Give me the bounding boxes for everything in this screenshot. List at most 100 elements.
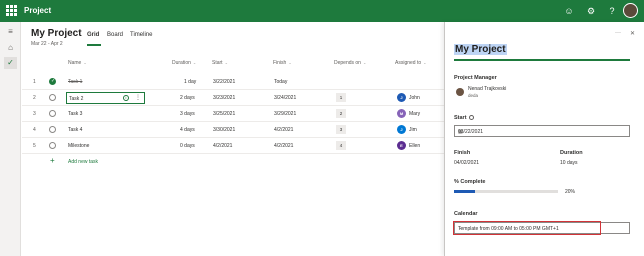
- assignee-name[interactable]: Jim: [409, 127, 417, 133]
- finish-value: 04/02/2021: [454, 160, 480, 166]
- left-rail: ≡ ⌂ ✓: [0, 22, 21, 256]
- column-header-assigned-to[interactable]: Assigned to ⌄: [395, 60, 427, 66]
- tab-timeline[interactable]: Timeline: [130, 32, 152, 38]
- project-details-panel: ··· ✕ My Project Project Manager Nenad T…: [444, 22, 644, 256]
- assignee-name[interactable]: Mary: [409, 111, 420, 117]
- task-complete-checkbox[interactable]: [49, 142, 56, 149]
- row-number: 1: [33, 79, 36, 85]
- assignee-avatar: J: [397, 125, 406, 134]
- panel-project-title[interactable]: My Project: [454, 44, 507, 55]
- user-avatar[interactable]: [623, 3, 638, 18]
- table-row[interactable]: 3 Task 3 3 days 3/25/2021 3/29/2021 2 M …: [22, 106, 444, 122]
- task-finish[interactable]: 3/24/2021: [274, 95, 296, 101]
- tab-board[interactable]: Board: [107, 32, 123, 38]
- finish-label: Finish: [454, 150, 471, 156]
- task-complete-checkbox[interactable]: [49, 110, 56, 117]
- task-duration[interactable]: 4 days: [180, 127, 195, 133]
- column-header-duration[interactable]: Duration ⌄: [172, 60, 196, 66]
- add-new-task-link[interactable]: Add new task: [68, 159, 98, 165]
- close-icon[interactable]: ✕: [630, 30, 635, 37]
- checkmark-icon[interactable]: ✓: [4, 57, 17, 69]
- row-number: 3: [33, 111, 36, 117]
- task-start[interactable]: 3/22/2021: [213, 79, 235, 85]
- column-header-depends-on[interactable]: Depends on ⌄: [334, 60, 366, 66]
- column-header-finish[interactable]: Finish ⌄: [273, 60, 292, 66]
- table-row[interactable]: 4 Task 4 4 days 3/30/2021 4/2/2021 3 J J…: [22, 122, 444, 138]
- duration-value: 10 days: [560, 160, 578, 166]
- calendar-icon[interactable]: ▦: [458, 129, 626, 135]
- task-complete-checkbox[interactable]: [49, 126, 56, 133]
- task-name[interactable]: Task 4: [68, 127, 82, 133]
- project-manager-subtitle: deda: [468, 93, 479, 98]
- assignee-avatar: E: [397, 141, 406, 150]
- percent-complete-value: 20%: [565, 189, 576, 195]
- task-finish[interactable]: Today: [274, 79, 287, 85]
- task-duration[interactable]: 3 days: [180, 111, 195, 117]
- task-finish[interactable]: 4/2/2021: [274, 143, 293, 149]
- task-complete-checkbox[interactable]: [49, 78, 56, 85]
- task-duration[interactable]: 1 day: [184, 79, 196, 85]
- start-label: Start: [454, 115, 474, 121]
- task-finish[interactable]: 3/29/2021: [274, 111, 296, 117]
- task-start[interactable]: 4/2/2021: [213, 143, 232, 149]
- top-bar: Project ☺ ⚙ ?: [0, 0, 644, 22]
- start-date-field[interactable]: 03/22/2021 ▦: [454, 125, 630, 137]
- project-manager-label: Project Manager: [454, 75, 497, 81]
- task-name[interactable]: Milestone: [68, 143, 89, 149]
- hamburger-menu-icon[interactable]: ≡: [4, 26, 17, 38]
- main-grid-area: My Project Mar 22 - Apr 2 Grid Board Tim…: [22, 22, 444, 256]
- add-task-row[interactable]: + Add new task: [22, 154, 444, 170]
- row-number: 4: [33, 127, 36, 133]
- project-manager-avatar: [456, 88, 464, 96]
- task-duration[interactable]: 2 days: [180, 95, 195, 101]
- task-duration[interactable]: 0 days: [180, 143, 195, 149]
- home-icon[interactable]: ⌂: [4, 42, 17, 54]
- calendar-label: Calendar: [454, 211, 478, 217]
- task-start[interactable]: 3/30/2021: [213, 127, 235, 133]
- task-name[interactable]: Task 2: [69, 96, 83, 102]
- app-title: Project: [24, 6, 52, 15]
- row-number: 5: [33, 143, 36, 149]
- assignee-name[interactable]: John: [409, 95, 420, 101]
- title-underline: [454, 59, 630, 61]
- settings-gear-icon[interactable]: ⚙: [584, 4, 598, 18]
- task-name-edit-box[interactable]: Task 2 i ⋮: [66, 92, 145, 104]
- task-complete-checkbox[interactable]: [49, 94, 56, 101]
- table-row[interactable]: 2 Task 2 i ⋮ 2 days 3/23/2021 3/24/2021 …: [22, 90, 444, 106]
- column-header-start[interactable]: Start ⌄: [212, 60, 228, 66]
- task-name[interactable]: Task 3: [68, 111, 82, 117]
- percent-complete-slider[interactable]: [454, 190, 558, 193]
- task-start[interactable]: 3/25/2021: [213, 111, 235, 117]
- percent-complete-label: % Complete: [454, 179, 486, 185]
- depends-on-badge[interactable]: 3: [336, 125, 346, 134]
- tab-grid[interactable]: Grid: [87, 32, 99, 38]
- duration-label: Duration: [560, 150, 583, 156]
- help-icon[interactable]: ?: [605, 4, 619, 18]
- add-icon[interactable]: +: [50, 156, 55, 165]
- task-start[interactable]: 3/23/2021: [213, 95, 235, 101]
- project-manager-name[interactable]: Nenad Trajkovski: [468, 86, 506, 92]
- assignee-name[interactable]: Ellen: [409, 143, 420, 149]
- smiley-feedback-icon[interactable]: ☺: [562, 4, 576, 18]
- project-dates: Mar 22 - Apr 2: [31, 41, 63, 47]
- app-launcher-icon[interactable]: [6, 5, 17, 16]
- column-header-name[interactable]: Name ⌄: [68, 60, 87, 66]
- percent-complete-fill: [454, 190, 475, 193]
- row-number: 2: [33, 95, 36, 101]
- annotation-highlight-box: [453, 221, 601, 235]
- assignee-avatar: M: [397, 109, 406, 118]
- task-name[interactable]: Task 1: [68, 79, 82, 85]
- assignee-avatar: J: [397, 93, 406, 102]
- active-tab-indicator: [87, 44, 101, 46]
- info-icon[interactable]: [468, 115, 474, 121]
- more-options-icon[interactable]: ⋮: [135, 94, 141, 101]
- info-icon[interactable]: i: [123, 95, 129, 101]
- task-finish[interactable]: 4/2/2021: [274, 127, 293, 133]
- depends-on-badge[interactable]: 1: [336, 93, 346, 102]
- more-options-icon[interactable]: ···: [615, 30, 621, 36]
- table-row[interactable]: 5 Milestone 0 days 4/2/2021 4/2/2021 4 E…: [22, 138, 444, 154]
- table-row[interactable]: 1 Task 1 1 day 3/22/2021 Today: [22, 74, 444, 90]
- depends-on-badge[interactable]: 2: [336, 109, 346, 118]
- depends-on-badge[interactable]: 4: [336, 141, 346, 150]
- project-title: My Project: [31, 28, 82, 39]
